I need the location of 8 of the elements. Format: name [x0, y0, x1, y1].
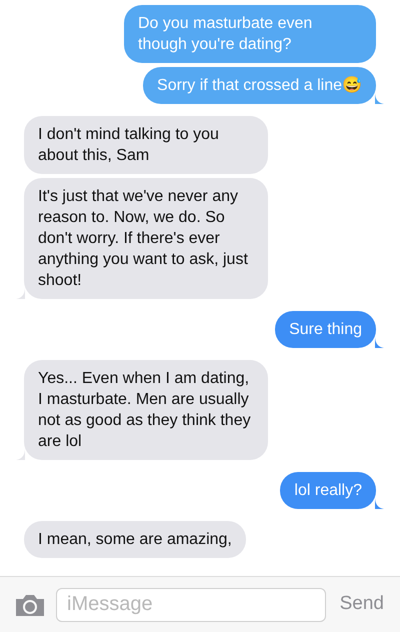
message-input[interactable]: iMessage — [56, 588, 326, 622]
bubble-tail-icon — [375, 92, 384, 104]
bubble-tail-icon — [16, 287, 25, 299]
bubble-tail-icon — [16, 448, 25, 460]
send-button[interactable]: Send — [340, 590, 386, 619]
camera-icon[interactable] — [14, 592, 46, 616]
bubble-tail-icon — [375, 336, 384, 348]
bubble-tail-icon — [375, 497, 384, 509]
